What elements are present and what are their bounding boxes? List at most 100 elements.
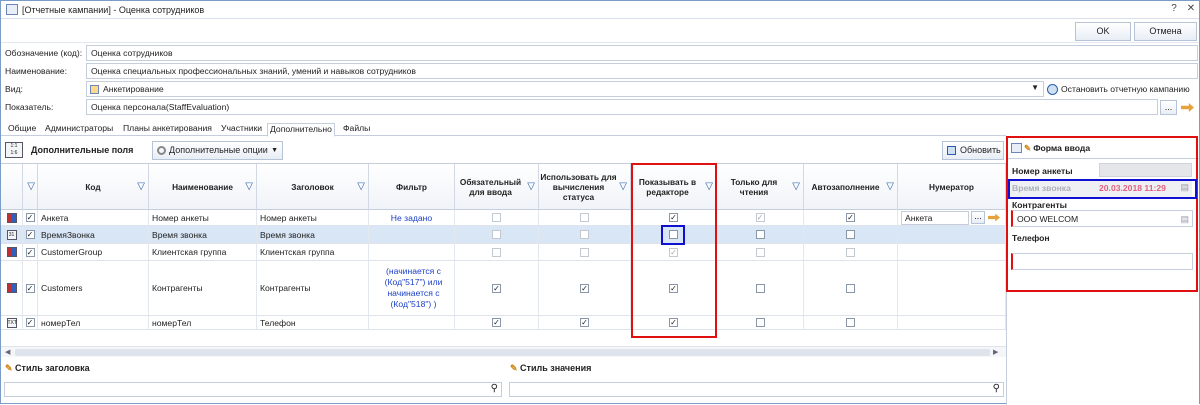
- cell-required[interactable]: ✓: [455, 316, 539, 329]
- header-numerator[interactable]: Нумератор: [898, 164, 1006, 210]
- cell-name[interactable]: Номер анкеты: [149, 210, 257, 225]
- cell-code[interactable]: номерТел: [38, 316, 149, 329]
- cell-name[interactable]: номерТел: [149, 316, 257, 329]
- cell-readonly[interactable]: [717, 226, 804, 243]
- cell-numerator[interactable]: [898, 316, 1006, 329]
- tab-admins[interactable]: Администраторы: [43, 123, 115, 136]
- row-select[interactable]: ✓: [23, 210, 38, 225]
- cell-numerator[interactable]: [898, 261, 1006, 315]
- cell-filter[interactable]: (начинается с (Код"517") или начинается …: [369, 261, 455, 315]
- row-select[interactable]: ✓: [23, 226, 38, 243]
- status-checkbox[interactable]: ✓: [580, 283, 589, 293]
- row-checkbox[interactable]: ✓: [25, 283, 35, 293]
- status-checkbox[interactable]: ✓: [580, 318, 589, 327]
- row-checkbox[interactable]: ✓: [25, 213, 35, 222]
- filter-icon[interactable]: ▽: [137, 181, 145, 192]
- required-checkbox[interactable]: ✓: [492, 318, 501, 327]
- type-select[interactable]: Анкетирование ▼: [86, 81, 1044, 97]
- cell-required[interactable]: [455, 226, 539, 243]
- numerator-select-button[interactable]: ...: [971, 211, 985, 224]
- value-style-input[interactable]: ⚲: [509, 382, 1004, 397]
- row-select[interactable]: ✓: [23, 244, 38, 260]
- cell-filter[interactable]: [369, 244, 455, 260]
- cell-header[interactable]: Клиентская группа: [257, 244, 369, 260]
- tab-files[interactable]: Файлы: [341, 123, 372, 136]
- table-row[interactable]: TXT ✓ номерТел номерТел Телефон ✓ ✓ ✓: [1, 316, 1006, 330]
- autofill-checkbox[interactable]: [846, 230, 855, 239]
- indicator-select-button[interactable]: ...: [1160, 100, 1177, 115]
- cell-header[interactable]: Время звонка: [257, 226, 369, 243]
- code-field[interactable]: Оценка сотрудников: [86, 45, 1198, 61]
- cell-required[interactable]: ✓: [455, 261, 539, 315]
- cell-code[interactable]: ВремяЗвонка: [38, 226, 149, 243]
- tab-general[interactable]: Общие: [6, 123, 38, 136]
- cell-required[interactable]: [455, 244, 539, 260]
- horizontal-scrollbar[interactable]: ◀ ▶: [1, 346, 1006, 357]
- cell-filter[interactable]: Не задано: [369, 210, 455, 225]
- scroll-right-icon[interactable]: ▶: [993, 348, 998, 356]
- cell-autofill[interactable]: [804, 261, 898, 315]
- filter-icon[interactable]: ▽: [792, 181, 800, 192]
- header-name[interactable]: Наименование ▽: [149, 164, 257, 210]
- autofill-checkbox[interactable]: [846, 283, 855, 293]
- header-readonly[interactable]: Только для чтения ▽: [717, 164, 804, 210]
- cell-numerator[interactable]: [898, 244, 1006, 260]
- row-checkbox[interactable]: ✓: [25, 247, 35, 257]
- filter-icon[interactable]: ▽: [527, 181, 535, 192]
- header-code[interactable]: Код ▽: [38, 164, 149, 210]
- required-checkbox[interactable]: ✓: [492, 283, 501, 293]
- cell-status[interactable]: [539, 210, 631, 225]
- header-autofill[interactable]: Автозаполнение ▽: [804, 164, 898, 210]
- header-style-input[interactable]: ⚲: [4, 382, 502, 397]
- indicator-field[interactable]: Оценка персонала(StaffEvaluation): [86, 99, 1158, 115]
- cell-name[interactable]: Контрагенты: [149, 261, 257, 315]
- cell-required[interactable]: [455, 210, 539, 225]
- search-icon[interactable]: ⚲: [491, 383, 498, 394]
- readonly-checkbox[interactable]: [755, 283, 765, 293]
- readonly-checkbox[interactable]: [755, 230, 765, 239]
- row-checkbox[interactable]: ✓: [25, 230, 35, 239]
- cell-filter[interactable]: [369, 226, 455, 243]
- cell-autofill[interactable]: [804, 316, 898, 329]
- filter-icon[interactable]: ▽: [619, 181, 627, 192]
- cell-status[interactable]: [539, 226, 631, 243]
- filter-icon[interactable]: ▽: [357, 181, 365, 192]
- cell-readonly[interactable]: [717, 244, 804, 260]
- filter-icon[interactable]: ▽: [886, 181, 894, 192]
- help-button[interactable]: ?: [1167, 3, 1181, 16]
- cell-header[interactable]: Контрагенты: [257, 261, 369, 315]
- cell-autofill[interactable]: [804, 244, 898, 260]
- header-required[interactable]: Обязательный для ввода ▽: [455, 164, 539, 210]
- cell-header[interactable]: Телефон: [257, 316, 369, 329]
- cell-numerator[interactable]: Анкета...: [898, 210, 1006, 225]
- readonly-checkbox[interactable]: [755, 247, 765, 257]
- filter-icon[interactable]: ▽: [245, 181, 253, 192]
- row-select[interactable]: ✓: [23, 316, 38, 329]
- cell-status[interactable]: [539, 244, 631, 260]
- cell-code[interactable]: CustomerGroup: [38, 244, 149, 260]
- cell-name[interactable]: Время звонка: [149, 226, 257, 243]
- chevron-down-icon[interactable]: ▼: [1031, 83, 1039, 92]
- header-header[interactable]: Заголовок ▽: [257, 164, 369, 210]
- refresh-button[interactable]: Обновить: [942, 141, 1004, 160]
- required-checkbox[interactable]: [492, 230, 501, 239]
- scroll-left-icon[interactable]: ◀: [5, 348, 10, 356]
- autofill-checkbox[interactable]: [846, 247, 855, 257]
- open-arrow-icon[interactable]: [988, 213, 1000, 222]
- stop-campaign-button[interactable]: Остановить отчетную кампанию: [1047, 81, 1190, 97]
- cell-readonly[interactable]: [717, 316, 804, 329]
- open-arrow-icon[interactable]: [1181, 103, 1194, 112]
- cell-code[interactable]: Анкета: [38, 210, 149, 225]
- name-field[interactable]: Оценка специальных профессиональных знан…: [86, 63, 1198, 79]
- numerator-field[interactable]: Анкета: [901, 210, 969, 225]
- search-icon[interactable]: ⚲: [993, 383, 1000, 394]
- row-checkbox[interactable]: ✓: [25, 318, 35, 327]
- cell-header[interactable]: Номер анкеты: [257, 210, 369, 225]
- tab-additional[interactable]: Дополнительно: [267, 123, 335, 137]
- autofill-checkbox[interactable]: ✓: [846, 213, 855, 222]
- cell-numerator[interactable]: [898, 226, 1006, 243]
- status-checkbox[interactable]: [580, 213, 589, 222]
- cell-filter[interactable]: [369, 316, 455, 329]
- table-row[interactable]: 31 ✓ ВремяЗвонка Время звонка Время звонка: [1, 226, 1006, 244]
- cell-readonly[interactable]: ✓: [717, 210, 804, 225]
